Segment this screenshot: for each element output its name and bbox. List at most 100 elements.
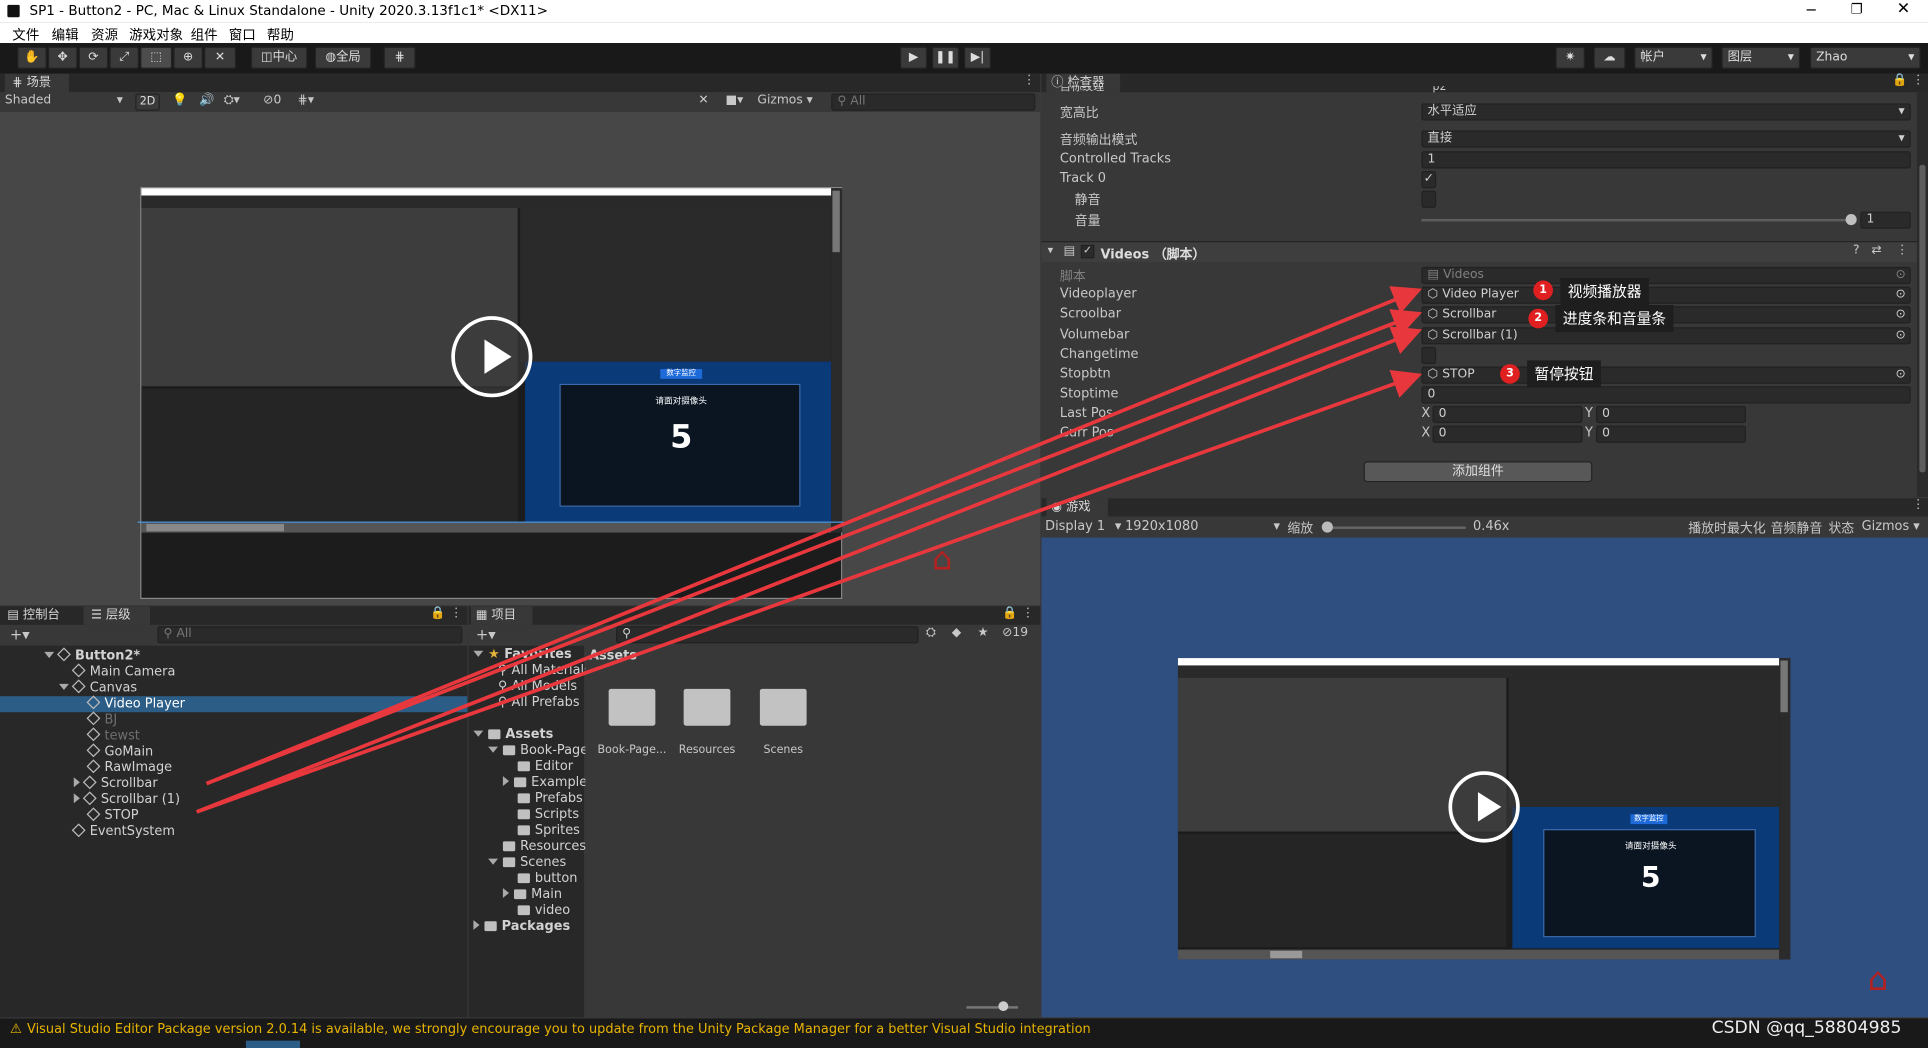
favorites-star-icon[interactable]: ★ [978, 626, 989, 640]
hierarchy-item[interactable]: Video Player [0, 695, 468, 713]
y-field[interactable]: 0 [1596, 425, 1747, 443]
audio-icon[interactable]: 🔊 [199, 93, 214, 107]
more-menu-icon[interactable]: ⋮ [1896, 244, 1908, 258]
hierarchy-item[interactable]: tewst [0, 727, 467, 744]
stoptime-field[interactable]: 0 [1421, 386, 1911, 404]
add-component-button[interactable]: 添加组件 [1363, 461, 1593, 483]
collapse-icon[interactable] [473, 920, 480, 930]
project-tree-item[interactable]: Packages [468, 919, 584, 935]
shading-dropdown[interactable]: Shaded ▾ [5, 93, 125, 107]
maximize-on-play-toggle[interactable]: 播放时最大化 [1688, 519, 1765, 537]
hierarchy-item[interactable]: Canvas [0, 679, 467, 696]
play-circle-icon[interactable] [451, 316, 533, 398]
project-search-input[interactable]: ⚲ [616, 626, 919, 644]
lock-icon[interactable]: 🔒 [430, 606, 445, 620]
tab-project[interactable]: ▦ 项目 [470, 606, 533, 625]
lock-icon[interactable]: 🔒 [1892, 74, 1907, 88]
display-dropdown[interactable]: Display 1 ▾ [1045, 519, 1121, 534]
icon-size-slider[interactable] [966, 1001, 1019, 1012]
camera-icon[interactable]: ■▾ [725, 93, 743, 107]
zoom-slider-thumb[interactable] [1321, 521, 1333, 533]
expand-icon[interactable] [473, 730, 484, 737]
inspector-scrollbar[interactable] [1916, 91, 1928, 497]
target-picker-icon[interactable]: ⊙ [1896, 328, 1906, 343]
volume-field[interactable]: 1 [1860, 211, 1911, 229]
project-tree-item[interactable]: Scripts [468, 807, 584, 823]
hierarchy-item[interactable]: Button2* [0, 647, 467, 664]
presets-icon[interactable]: ⇄ [1871, 244, 1881, 258]
grid-item[interactable]: Resources [670, 685, 744, 759]
project-tree-item[interactable]: video [468, 903, 584, 919]
expand-icon[interactable] [44, 651, 55, 659]
tools-icon[interactable]: ✕ [698, 93, 708, 107]
inspector-dropdown[interactable]: 水平适应 ▾ [1421, 103, 1911, 121]
more-menu-icon[interactable]: ⋮ [1022, 606, 1034, 620]
target-picker-icon[interactable]: ⊙ [1896, 368, 1906, 383]
hierarchy-item[interactable]: BJ [0, 711, 467, 728]
x-field[interactable]: 0 [1432, 405, 1583, 424]
mute-audio-toggle[interactable]: 音频静音 [1771, 519, 1823, 537]
hierarchy-item[interactable]: Scrollbar [0, 775, 467, 792]
game-gizmos-dropdown[interactable]: Gizmos ▾ [1862, 519, 1920, 534]
target-picker-icon[interactable]: ⊙ [1896, 308, 1906, 323]
zoom-slider[interactable] [1321, 521, 1466, 533]
component-enabled-checkbox[interactable]: ✓ [1080, 244, 1095, 259]
layers-dropdown[interactable]: 图层 ▾ [1721, 46, 1801, 69]
hand-tool-icon[interactable]: ✋ [17, 46, 47, 69]
effects-icon[interactable]: ⛭▾ [224, 93, 240, 107]
lock-icon[interactable]: 🔒 [1002, 606, 1017, 620]
fav-item[interactable]: ⚲ All Materials [498, 663, 591, 679]
fav-item[interactable]: ⚲ All Models [498, 679, 577, 695]
collapse-icon[interactable] [502, 888, 510, 898]
favorites-header[interactable]: ★ Favorites [473, 647, 572, 663]
changetime-checkbox[interactable] [1421, 346, 1437, 365]
menu-assets[interactable]: 资源 [91, 25, 118, 45]
move-tool-icon[interactable]: ✥ [47, 46, 78, 69]
tab-scene[interactable]: ⋕ 场景 [4, 73, 69, 93]
step-button[interactable]: ▶| [963, 46, 992, 69]
object-reference-field[interactable]: ⬡ Video Player ⊙ [1421, 286, 1911, 304]
menu-help[interactable]: 帮助 [267, 25, 294, 45]
x-field[interactable]: 0 [1432, 425, 1583, 443]
menu-edit[interactable]: 编辑 [52, 25, 79, 45]
menu-file[interactable]: 文件 [12, 25, 39, 45]
volume-slider[interactable] [1421, 214, 1857, 226]
maximize-icon[interactable]: ❐ [1848, 1, 1865, 18]
game-play-circle-icon[interactable] [1448, 771, 1520, 843]
target-picker-icon[interactable]: ⊙ [1896, 288, 1906, 303]
toggle-2d-button[interactable]: 2D [135, 93, 160, 111]
more-menu-icon[interactable]: ⋮ [450, 606, 462, 620]
project-tree-item[interactable]: Sprites [468, 823, 584, 839]
hierarchy-item[interactable]: Scrollbar (1) [0, 791, 467, 808]
transform-tool-icon[interactable]: ⊕ [173, 46, 203, 69]
project-tree-item[interactable]: Main [468, 887, 584, 903]
collapse-icon[interactable] [502, 776, 510, 787]
hierarchy-item[interactable]: Main Camera [0, 663, 467, 680]
snap-icon[interactable]: ⋕ [383, 46, 416, 69]
collapse-icon[interactable] [73, 793, 80, 804]
object-reference-field[interactable]: ⬡ STOP ⊙ [1421, 366, 1911, 384]
track-checkbox[interactable]: ✓ [1421, 170, 1437, 189]
cloud-icon[interactable]: ☁ [1593, 46, 1626, 69]
project-tree-item[interactable]: Scenes [468, 855, 584, 871]
more-menu-icon[interactable]: ⋮ [1912, 498, 1924, 512]
icon-size-thumb[interactable] [998, 1001, 1009, 1012]
help-icon[interactable]: ? [1853, 244, 1860, 258]
hidden-packages-toggle[interactable]: ⊘19 [1002, 626, 1028, 640]
stats-toggle[interactable]: 状态 [1828, 519, 1854, 537]
fav-item[interactable]: ⚲ All Prefabs [498, 695, 580, 711]
create-dropdown[interactable]: +▾ [10, 626, 30, 643]
hierarchy-search-input[interactable]: ⚲ All [157, 626, 463, 644]
project-tree-item[interactable]: Prefabs [468, 791, 584, 807]
target-picker-icon[interactable]: ⊙ [1896, 268, 1906, 283]
custom-tool-icon[interactable]: ✕ [204, 46, 237, 69]
play-button[interactable]: ▶ [900, 46, 928, 69]
expand-icon[interactable] [488, 746, 498, 753]
hierarchy-item[interactable]: GoMain [0, 743, 467, 760]
gizmos-dropdown[interactable]: Gizmos ▾ [757, 93, 812, 107]
mute-checkbox[interactable] [1421, 190, 1437, 208]
foldout-icon[interactable]: ▾ [1048, 245, 1054, 257]
scale-tool-icon[interactable]: ⤢ [109, 46, 139, 69]
more-menu-icon[interactable]: ⋮ [1023, 74, 1035, 88]
inspector-dropdown[interactable]: 直接 ▾ [1421, 130, 1911, 148]
